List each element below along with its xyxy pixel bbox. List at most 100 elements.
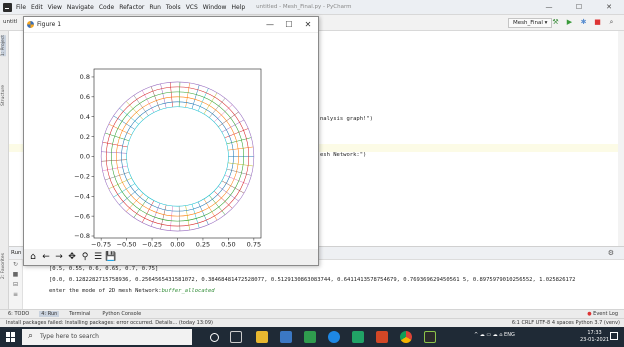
system-tray[interactable]: ^ ☁ ▭ ☁ ⌂ ENG [474, 332, 515, 338]
search-everywhere-icon[interactable]: ⌕ [608, 19, 615, 26]
pin-icon[interactable]: ⊟ [9, 280, 22, 290]
run-icon[interactable]: ▶ [566, 19, 573, 26]
windows-taskbar: ⌕ Type here to search ^ ☁ ▭ ☁ ⌂ ENG 17:3… [0, 327, 624, 347]
pycharm-taskbar-icon[interactable] [424, 331, 436, 343]
x-tick-label: 0.00 [170, 241, 184, 248]
menu-edit[interactable]: Edit [31, 4, 43, 11]
gear-icon[interactable]: ⚙ [608, 249, 614, 257]
clock-date: 23-01-2021 [580, 337, 610, 343]
plot-canvas[interactable]: −0.75 −0.50 −0.25 0.00 0.25 0.50 0.75 −0.8 −0.6 −… [24, 33, 318, 247]
language-indicator[interactable]: ENG [504, 332, 515, 338]
project-breadcrumb[interactable]: untitl [3, 19, 17, 25]
menu-help[interactable]: Help [231, 4, 245, 11]
rerun-icon[interactable]: ↻ [9, 260, 22, 270]
y-tick-label: −0.2 [74, 173, 90, 181]
powerpoint-icon[interactable] [376, 331, 388, 343]
tab-python-console[interactable]: Python Console [100, 311, 143, 317]
stop-icon[interactable]: ■ [594, 19, 601, 26]
close-icon[interactable]: ✕ [594, 0, 624, 15]
maximize-icon[interactable]: ☐ [564, 0, 594, 15]
event-log-label: Event Log [593, 311, 618, 317]
code-line: nalysis graph!") [320, 116, 373, 122]
y-tick-label: 0.6 [80, 93, 90, 101]
menu-file[interactable]: File [16, 4, 26, 11]
y-tick-label: 0.2 [80, 133, 90, 141]
tab-todo[interactable]: 6: TODO [6, 311, 31, 317]
status-message[interactable]: Install packages failed: Installing pack… [6, 320, 213, 326]
stop-run-icon[interactable]: ■ [9, 270, 22, 280]
debug-icon[interactable]: ✱ [580, 19, 587, 26]
left-tool-strip: 1: Project Structure 2: Favorites [0, 31, 9, 309]
windows-start-icon[interactable] [6, 332, 16, 342]
y-tick-label: 0.8 [80, 73, 90, 81]
y-tick-label: 0.4 [80, 113, 90, 121]
edge-icon[interactable] [328, 331, 340, 343]
cortana-icon[interactable] [210, 333, 219, 342]
run-panel-tab[interactable]: Run [11, 250, 22, 256]
error-icon: ● [587, 311, 592, 317]
menu-navigate[interactable]: Navigate [67, 4, 94, 11]
notification-icon[interactable] [610, 332, 618, 340]
pycharm-icon [3, 2, 12, 12]
menu-tools[interactable]: Tools [166, 4, 181, 11]
status-info[interactable]: 6:1 CRLF UTF-8 4 spaces Python 3.7 (venv… [512, 320, 620, 326]
ide-menubar: File Edit View Navigate Code Refactor Ru… [0, 0, 624, 15]
x-tick-label: 0.75 [247, 241, 261, 248]
back-icon[interactable]: ← [40, 251, 52, 263]
menu-code[interactable]: Code [99, 4, 114, 11]
figure-close-icon[interactable]: ✕ [299, 18, 317, 32]
matplotlib-icon [27, 21, 34, 28]
forward-icon[interactable]: → [53, 251, 65, 263]
menu-vcs[interactable]: VCS [186, 4, 198, 11]
x-tick-label: −0.75 [91, 241, 111, 248]
menu-run[interactable]: Run [149, 4, 161, 11]
figure-minimize-icon[interactable]: — [261, 18, 279, 32]
configure-icon[interactable]: ☰ [92, 251, 104, 263]
tab-run[interactable]: 4: Run [39, 311, 60, 317]
event-log-button[interactable]: ● Event Log [587, 311, 618, 317]
editor-scrollbar[interactable] [618, 31, 624, 246]
figure-window: Figure 1 — ☐ ✕ −0.75 −0.50 −0.25 0.00 0.25 0.… [23, 16, 319, 266]
run-config-select[interactable]: Mesh_Final ▾ [508, 18, 553, 28]
hammer-icon[interactable]: ⚒ [552, 19, 559, 26]
figure-toolbar: ⌂ ← → ✥ ⚲ ☰ 💾 [24, 249, 318, 265]
excel-icon[interactable] [352, 331, 364, 343]
structure-tab[interactable]: Structure [1, 85, 6, 106]
window-title: untitled - Mesh_Final.py - PyCharm [256, 4, 352, 10]
search-icon: ⌕ [28, 331, 34, 341]
pan-icon[interactable]: ✥ [66, 251, 78, 263]
plot-area [93, 68, 262, 239]
figure-maximize-icon[interactable]: ☐ [280, 18, 298, 32]
tab-terminal[interactable]: Terminal [67, 311, 92, 317]
save-icon[interactable]: 💾 [105, 251, 117, 263]
window-controls: — ☐ ✕ [534, 0, 624, 15]
home-icon[interactable]: ⌂ [27, 251, 39, 263]
menu-view[interactable]: View [48, 4, 62, 11]
project-tab[interactable]: 1: Project [1, 35, 6, 57]
scroll-end-icon[interactable]: ≡ [9, 290, 22, 300]
clock-time: 17:33 [587, 330, 602, 336]
zoom-icon[interactable]: ⚲ [79, 251, 91, 263]
menu-refactor[interactable]: Refactor [119, 4, 144, 11]
taskbar-search[interactable]: ⌕ Type here to search [22, 329, 192, 345]
y-tick-label: −0.6 [74, 212, 90, 220]
y-tick-label: 0.0 [80, 153, 90, 161]
console-input-line[interactable]: enter the mode of 2D mesh Network:buffer… [49, 288, 215, 294]
figure-titlebar: Figure 1 — ☐ ✕ [24, 17, 318, 33]
console-user-input[interactable]: buffer_allocated [162, 288, 215, 294]
file-explorer-icon[interactable] [256, 331, 268, 343]
run-config-label: Mesh_Final [513, 20, 543, 26]
clock[interactable]: 17:33 23-01-2021 [580, 330, 609, 344]
chrome-icon[interactable] [400, 331, 412, 343]
x-tick-label: 0.25 [196, 241, 210, 248]
favorites-tab[interactable]: 2: Favorites [1, 253, 6, 279]
y-tick-label: −0.4 [74, 192, 90, 200]
task-view-icon[interactable] [230, 331, 242, 343]
menu-window[interactable]: Window [203, 4, 227, 11]
code-line: esh Network:") [320, 152, 367, 158]
store-icon[interactable] [280, 331, 292, 343]
bottom-tool-tabs: 6: TODO 4: Run Terminal Python Console ●… [0, 309, 624, 318]
minimize-icon[interactable]: — [534, 0, 564, 15]
x-tick-label: −0.25 [142, 241, 162, 248]
app-icon[interactable] [304, 331, 316, 343]
